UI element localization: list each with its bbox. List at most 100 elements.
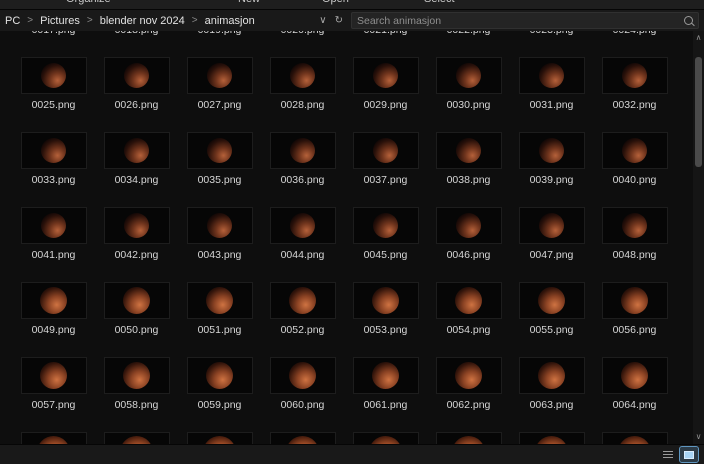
file-item[interactable]: 0030.png bbox=[427, 57, 510, 112]
file-item[interactable] bbox=[178, 432, 261, 444]
address-dropdown-icon[interactable]: ∨ bbox=[315, 15, 330, 26]
file-name-label: 0061.png bbox=[364, 399, 408, 412]
file-thumbnail bbox=[21, 57, 87, 94]
file-item[interactable]: 0046.png bbox=[427, 207, 510, 262]
file-thumbnail bbox=[104, 207, 170, 244]
scrollbar-thumb[interactable] bbox=[695, 57, 702, 167]
file-item[interactable] bbox=[95, 432, 178, 444]
planet-render-icon bbox=[369, 436, 402, 444]
details-view-button[interactable] bbox=[659, 447, 677, 462]
file-thumbnail bbox=[602, 432, 668, 444]
file-item[interactable]: 0034.png bbox=[95, 132, 178, 187]
file-item[interactable]: 0050.png bbox=[95, 282, 178, 337]
file-item[interactable]: 0039.png bbox=[510, 132, 593, 187]
planet-render-icon bbox=[535, 436, 568, 444]
toolbar-select-button[interactable]: Select bbox=[424, 0, 455, 5]
file-item[interactable]: 0041.png bbox=[12, 207, 95, 262]
file-item[interactable] bbox=[593, 432, 676, 444]
file-item[interactable]: 0055.png bbox=[510, 282, 593, 337]
file-item[interactable] bbox=[427, 432, 510, 444]
file-name-label: 0030.png bbox=[447, 99, 491, 112]
breadcrumb-blender-nov-2024[interactable]: blender nov 2024 bbox=[100, 15, 185, 27]
file-item[interactable]: 0038.png bbox=[427, 132, 510, 187]
thumbnails-view-button[interactable] bbox=[680, 447, 698, 462]
file-item[interactable]: 0023.png bbox=[510, 31, 593, 37]
scroll-up-icon[interactable]: ∧ bbox=[693, 33, 704, 43]
search-input[interactable] bbox=[357, 15, 680, 27]
file-item[interactable]: 0063.png bbox=[510, 357, 593, 412]
file-thumbnail bbox=[602, 282, 668, 319]
file-item[interactable]: 0029.png bbox=[344, 57, 427, 112]
scrollbar[interactable]: ∧ ∨ bbox=[693, 31, 704, 444]
file-thumbnail bbox=[519, 282, 585, 319]
file-item[interactable]: 0026.png bbox=[95, 57, 178, 112]
file-name-label: 0032.png bbox=[613, 99, 657, 112]
file-item[interactable]: 0025.png bbox=[12, 57, 95, 112]
breadcrumb-pc[interactable]: PC bbox=[5, 15, 20, 27]
file-item[interactable]: 0051.png bbox=[178, 282, 261, 337]
file-item[interactable]: 0031.png bbox=[510, 57, 593, 112]
file-item[interactable]: 0020.png bbox=[261, 31, 344, 37]
file-item[interactable]: 0058.png bbox=[95, 357, 178, 412]
file-item[interactable]: 0052.png bbox=[261, 282, 344, 337]
file-item[interactable]: 0036.png bbox=[261, 132, 344, 187]
file-item[interactable]: 0035.png bbox=[178, 132, 261, 187]
breadcrumb-pictures[interactable]: Pictures bbox=[40, 15, 80, 27]
file-item[interactable]: 0033.png bbox=[12, 132, 95, 187]
search-icon[interactable] bbox=[684, 16, 693, 25]
scroll-down-icon[interactable]: ∨ bbox=[693, 432, 704, 442]
file-item[interactable] bbox=[344, 432, 427, 444]
file-item[interactable]: 0056.png bbox=[593, 282, 676, 337]
file-name-label: 0017.png bbox=[32, 31, 76, 37]
file-item[interactable]: 0037.png bbox=[344, 132, 427, 187]
file-item[interactable]: 0021.png bbox=[344, 31, 427, 37]
breadcrumb-separator: > bbox=[27, 15, 33, 26]
file-item[interactable]: 0057.png bbox=[12, 357, 95, 412]
file-item[interactable]: 0044.png bbox=[261, 207, 344, 262]
file-thumbnail bbox=[104, 57, 170, 94]
search-box[interactable] bbox=[351, 12, 699, 29]
file-item[interactable]: 0018.png bbox=[95, 31, 178, 37]
toolbar-open-button[interactable]: Open bbox=[322, 0, 349, 5]
ribbon-toolbar: Organize New Open Select bbox=[0, 0, 704, 10]
planet-render-icon bbox=[621, 362, 648, 389]
file-thumbnail bbox=[104, 282, 170, 319]
toolbar-organize-button[interactable]: Organize bbox=[66, 0, 111, 5]
file-item[interactable]: 0043.png bbox=[178, 207, 261, 262]
file-item[interactable]: 0040.png bbox=[593, 132, 676, 187]
file-item[interactable] bbox=[261, 432, 344, 444]
file-item[interactable]: 0022.png bbox=[427, 31, 510, 37]
file-item[interactable]: 0024.png bbox=[593, 31, 676, 37]
breadcrumb-separator: > bbox=[87, 15, 93, 26]
file-item[interactable]: 0054.png bbox=[427, 282, 510, 337]
file-item[interactable]: 0059.png bbox=[178, 357, 261, 412]
refresh-icon[interactable]: ↻ bbox=[331, 15, 347, 26]
file-item[interactable]: 0019.png bbox=[178, 31, 261, 37]
file-name-label: 0020.png bbox=[281, 31, 325, 37]
file-item[interactable]: 0017.png bbox=[12, 31, 95, 37]
planet-render-icon bbox=[124, 138, 149, 163]
file-item[interactable]: 0062.png bbox=[427, 357, 510, 412]
planet-render-icon bbox=[622, 63, 647, 88]
file-thumbnail bbox=[270, 132, 336, 169]
planet-render-icon bbox=[373, 63, 398, 88]
file-item[interactable]: 0060.png bbox=[261, 357, 344, 412]
planet-render-icon bbox=[206, 287, 233, 314]
planet-render-icon bbox=[40, 362, 67, 389]
file-item[interactable]: 0064.png bbox=[593, 357, 676, 412]
file-name-label: 0055.png bbox=[530, 324, 574, 337]
file-item[interactable]: 0061.png bbox=[344, 357, 427, 412]
file-item[interactable]: 0049.png bbox=[12, 282, 95, 337]
file-item[interactable]: 0042.png bbox=[95, 207, 178, 262]
toolbar-new-button[interactable]: New bbox=[238, 0, 260, 5]
file-item[interactable]: 0053.png bbox=[344, 282, 427, 337]
file-item[interactable]: 0045.png bbox=[344, 207, 427, 262]
file-item[interactable]: 0048.png bbox=[593, 207, 676, 262]
breadcrumb-animasjon[interactable]: animasjon bbox=[205, 15, 255, 27]
file-item[interactable]: 0027.png bbox=[178, 57, 261, 112]
file-item[interactable] bbox=[12, 432, 95, 444]
file-item[interactable] bbox=[510, 432, 593, 444]
file-item[interactable]: 0028.png bbox=[261, 57, 344, 112]
file-item[interactable]: 0032.png bbox=[593, 57, 676, 112]
file-item[interactable]: 0047.png bbox=[510, 207, 593, 262]
